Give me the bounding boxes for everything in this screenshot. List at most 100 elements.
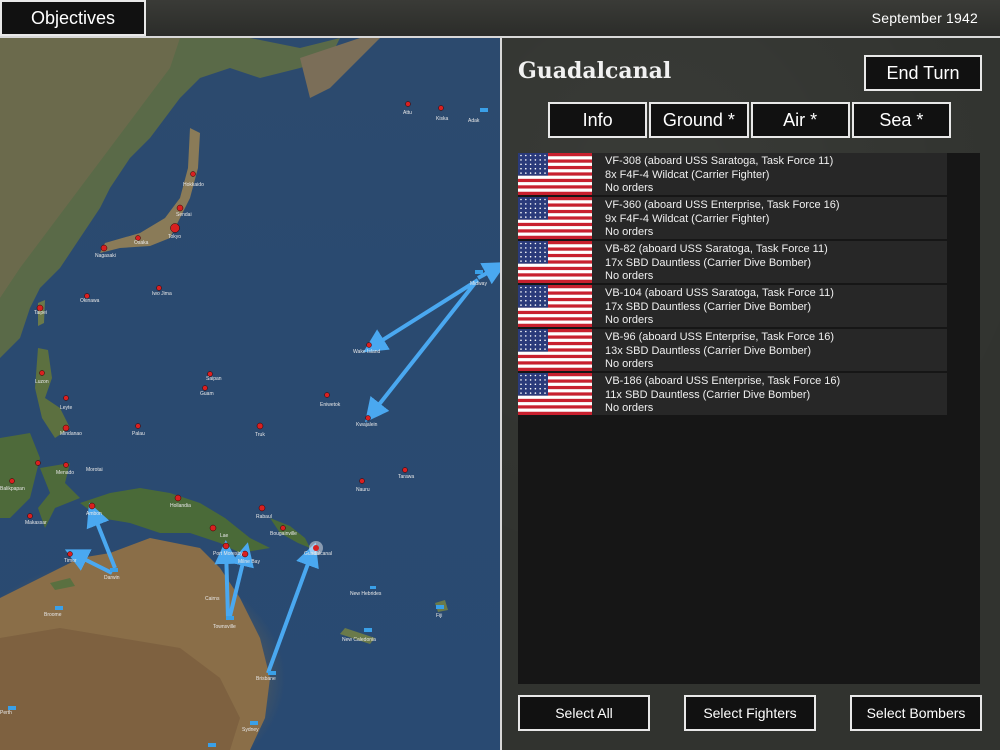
panel-tabs: Info Ground * Air * Sea * xyxy=(548,102,951,138)
us-flag-icon xyxy=(518,153,592,196)
us-flag-icon xyxy=(518,329,592,372)
top-bar: Objectives September 1942 xyxy=(0,0,1000,38)
svg-text:Iwo Jima: Iwo Jima xyxy=(152,291,172,297)
svg-text:Saipan: Saipan xyxy=(206,376,222,382)
unit-details: VB-82 (aboard USS Saratoga, Task Force 1… xyxy=(605,243,828,284)
svg-text:Rabaul: Rabaul xyxy=(256,514,272,520)
svg-text:Balikpapan: Balikpapan xyxy=(0,486,25,492)
tab-sea[interactable]: Sea * xyxy=(851,102,951,138)
unit-details: VB-96 (aboard USS Enterprise, Task Force… xyxy=(605,331,834,372)
svg-text:Makassar: Makassar xyxy=(25,520,47,526)
svg-text:Port Moresby: Port Moresby xyxy=(213,551,243,557)
svg-text:Kiska: Kiska xyxy=(436,116,448,122)
tab-air[interactable]: Air * xyxy=(750,102,850,138)
svg-text:Fiji: Fiji xyxy=(436,613,442,619)
air-unit-row[interactable]: VF-308 (aboard USS Saratoga, Task Force … xyxy=(518,153,947,196)
air-unit-row[interactable]: VB-82 (aboard USS Saratoga, Task Force 1… xyxy=(518,241,947,284)
unit-name: VB-104 (aboard USS Saratoga, Task Force … xyxy=(605,287,834,299)
end-turn-button[interactable]: End Turn xyxy=(864,55,982,91)
us-flag-icon xyxy=(518,285,592,328)
svg-text:Sydney: Sydney xyxy=(242,727,259,733)
svg-text:Tarawa: Tarawa xyxy=(398,474,414,480)
unit-aircraft: 17x SBD Dauntless (Carrier Dive Bomber) xyxy=(605,256,812,269)
unit-details: VF-308 (aboard USS Saratoga, Task Force … xyxy=(605,155,833,196)
select-fighters-button[interactable]: Select Fighters xyxy=(684,695,816,731)
arrow-midway-wake xyxy=(363,278,480,353)
unit-name: VB-82 (aboard USS Saratoga, Task Force 1… xyxy=(605,243,828,255)
svg-text:Palau: Palau xyxy=(132,431,145,437)
unit-orders: No orders xyxy=(605,402,654,414)
borneo xyxy=(0,433,40,518)
select-bombers-button[interactable]: Select Bombers xyxy=(850,695,982,731)
unit-aircraft: 9x F4F-4 Wildcat (Carrier Fighter) xyxy=(605,212,770,225)
unit-orders: No orders xyxy=(605,270,654,282)
svg-text:Hollandia: Hollandia xyxy=(170,503,191,509)
arrow-midway-kwajalein xyxy=(365,281,477,423)
unit-aircraft: 13x SBD Dauntless (Carrier Dive Bomber) xyxy=(605,344,812,357)
svg-text:Nagasaki: Nagasaki xyxy=(95,253,116,259)
us-flag-icon xyxy=(518,197,592,240)
air-unit-row[interactable]: VB-96 (aboard USS Enterprise, Task Force… xyxy=(518,329,947,372)
svg-text:Truk: Truk xyxy=(255,432,265,438)
unit-aircraft: 17x SBD Dauntless (Carrier Dive Bomber) xyxy=(605,300,812,313)
unit-name: VB-96 (aboard USS Enterprise, Task Force… xyxy=(605,331,835,343)
svg-text:Taipei: Taipei xyxy=(34,310,47,316)
unit-aircraft: 8x F4F-4 Wildcat (Carrier Fighter) xyxy=(605,168,770,181)
air-unit-row[interactable]: VF-360 (aboard USS Enterprise, Task Forc… xyxy=(518,197,947,240)
unit-orders: No orders xyxy=(605,358,654,370)
svg-text:Perth: Perth xyxy=(0,710,12,716)
svg-text:Guam: Guam xyxy=(200,391,214,397)
location-panel: Guadalcanal End Turn Info Ground * Air *… xyxy=(502,38,1000,750)
svg-text:Sendai: Sendai xyxy=(176,212,192,218)
svg-text:Cairns: Cairns xyxy=(205,596,220,602)
unit-details: VF-360 (aboard USS Enterprise, Task Forc… xyxy=(605,199,840,240)
svg-text:Darwin: Darwin xyxy=(104,575,120,581)
svg-text:Broome: Broome xyxy=(44,612,62,618)
unit-orders: No orders xyxy=(605,314,654,326)
svg-text:Bougainville: Bougainville xyxy=(270,531,297,537)
us-flag-icon xyxy=(518,241,592,284)
us-flag-icon xyxy=(518,373,592,416)
unit-aircraft: 11x SBD Dauntless (Carrier Dive Bomber) xyxy=(605,388,811,401)
svg-text:Wake Island: Wake Island xyxy=(353,349,381,355)
svg-text:Townsville: Townsville xyxy=(213,624,236,630)
svg-text:New Hebrides: New Hebrides xyxy=(350,591,382,597)
svg-text:Guadalcanal: Guadalcanal xyxy=(304,551,332,557)
svg-text:Timor: Timor xyxy=(64,558,77,564)
unit-orders: No orders xyxy=(605,226,654,238)
svg-text:Brisbane: Brisbane xyxy=(256,676,276,682)
svg-text:Menado: Menado xyxy=(56,470,74,476)
map-canvas[interactable]: Attu Kiska Adak Hokkaido Sendai Tokyo Os… xyxy=(0,38,500,750)
svg-text:Osaka: Osaka xyxy=(134,240,149,246)
game-date: September 1942 xyxy=(871,10,978,26)
arrow-brisbane-guadalcanal xyxy=(266,542,319,674)
svg-text:Attu: Attu xyxy=(403,110,412,116)
svg-text:Mindanao: Mindanao xyxy=(60,431,82,437)
air-unit-row[interactable]: VB-104 (aboard USS Saratoga, Task Force … xyxy=(518,285,947,328)
svg-text:Leyte: Leyte xyxy=(60,405,72,411)
unit-name: VF-360 (aboard USS Enterprise, Task Forc… xyxy=(605,199,840,211)
tab-info[interactable]: Info xyxy=(548,102,648,138)
svg-text:Morotai: Morotai xyxy=(86,467,103,473)
unit-name: VB-186 (aboard USS Enterprise, Task Forc… xyxy=(605,375,841,387)
svg-text:Okinawa: Okinawa xyxy=(80,298,100,304)
unit-details: VB-104 (aboard USS Saratoga, Task Force … xyxy=(605,287,834,328)
strategic-map[interactable]: Attu Kiska Adak Hokkaido Sendai Tokyo Os… xyxy=(0,38,500,750)
arrow-townsville-moresby xyxy=(214,540,239,619)
svg-text:Nauru: Nauru xyxy=(356,487,370,493)
unit-name: VF-308 (aboard USS Saratoga, Task Force … xyxy=(605,155,834,167)
svg-text:Adak: Adak xyxy=(468,118,480,124)
svg-text:Luzon: Luzon xyxy=(35,379,49,385)
svg-text:Kwajalein: Kwajalein xyxy=(356,422,378,428)
air-unit-list[interactable]: VF-308 (aboard USS Saratoga, Task Force … xyxy=(518,153,980,684)
svg-text:Ambon: Ambon xyxy=(86,511,102,517)
unit-details: VB-186 (aboard USS Enterprise, Task Forc… xyxy=(605,375,840,416)
objectives-button[interactable]: Objectives xyxy=(0,0,146,36)
svg-text:Eniwetok: Eniwetok xyxy=(320,402,341,408)
select-all-button[interactable]: Select All xyxy=(518,695,650,731)
unit-orders: No orders xyxy=(605,182,654,194)
air-unit-row[interactable]: VB-186 (aboard USS Enterprise, Task Forc… xyxy=(518,373,947,416)
svg-text:Hokkaido: Hokkaido xyxy=(183,182,204,188)
tab-ground[interactable]: Ground * xyxy=(649,102,749,138)
svg-text:Midway: Midway xyxy=(470,281,487,287)
